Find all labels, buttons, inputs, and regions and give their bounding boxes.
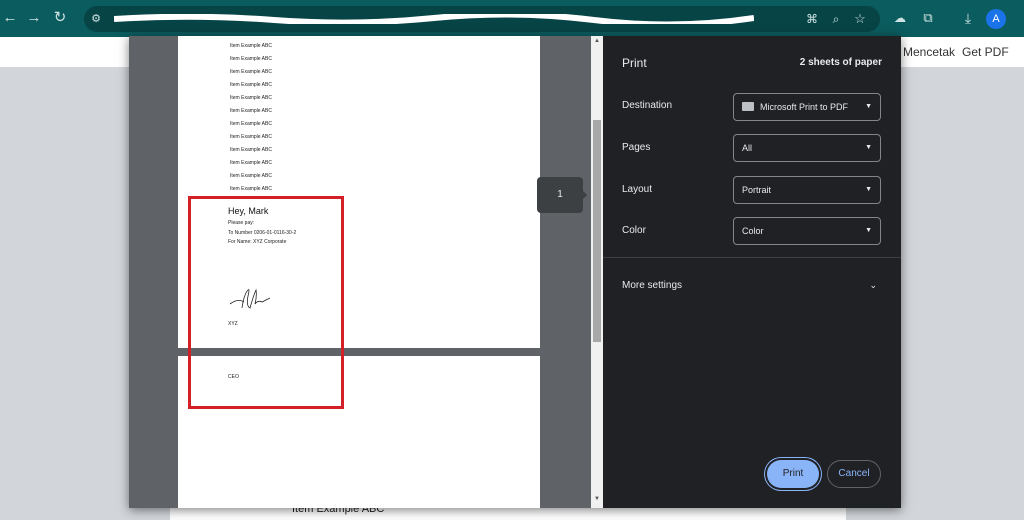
destination-label: Destination	[622, 100, 673, 111]
chevron-down-icon: ▼	[865, 103, 872, 110]
cloud-icon[interactable]: ☁	[890, 8, 910, 28]
printer-icon	[742, 102, 754, 112]
extensions-icon[interactable]: ⧉	[918, 8, 938, 28]
link-get-pdf[interactable]: Get PDF	[962, 45, 1009, 59]
print-button[interactable]: Print	[767, 460, 819, 488]
print-preview-area[interactable]: Item Example ABC Item Example ABC Item E…	[129, 36, 603, 508]
scrollbar-thumb[interactable]	[593, 120, 601, 342]
list-item: Item Example ABC	[230, 121, 272, 127]
chevron-down-icon: ▼	[865, 186, 872, 193]
redacted-url-scribble	[114, 14, 754, 24]
zoom-icon[interactable]: ⌕	[826, 9, 846, 29]
forward-icon[interactable]: →	[24, 8, 44, 28]
print-dialog: Item Example ABC Item Example ABC Item E…	[129, 36, 901, 508]
list-item: Item Example ABC	[230, 186, 272, 192]
list-item: Item Example ABC	[230, 43, 272, 49]
site-info-icon[interactable]: ⚙	[86, 9, 106, 29]
download-icon[interactable]: ⤓	[958, 8, 978, 28]
badge-arrow	[581, 189, 587, 201]
more-settings-toggle[interactable]: More settings	[622, 280, 682, 291]
layout-value: Portrait	[742, 185, 772, 195]
print-settings-panel: Print 2 sheets of paper Destination Micr…	[603, 36, 901, 508]
link-mencetak[interactable]: Mencetak	[903, 45, 955, 59]
settings-divider	[603, 257, 901, 258]
back-icon[interactable]: ←	[0, 8, 20, 28]
red-highlight-box	[188, 196, 344, 409]
reload-icon[interactable]: ↻	[50, 8, 70, 28]
layout-label: Layout	[622, 184, 653, 195]
list-item: Item Example ABC	[230, 147, 272, 153]
list-item: Item Example ABC	[230, 56, 272, 62]
browser-toolbar: ← → ↻ ⚙ ⌘ ⌕ ☆ ☁ ⧉ ⤓ A	[0, 0, 1024, 37]
cancel-button[interactable]: Cancel	[827, 460, 881, 488]
chevron-down-icon[interactable]: ⌄	[869, 280, 877, 291]
scroll-down-icon[interactable]: ▼	[594, 496, 600, 502]
page-number-badge: 1	[537, 177, 583, 213]
list-item: Item Example ABC	[230, 173, 272, 179]
list-item: Item Example ABC	[230, 108, 272, 114]
sheet-count: 2 sheets of paper	[799, 57, 882, 68]
list-item: Item Example ABC	[230, 134, 272, 140]
pages-value: All	[742, 143, 753, 153]
translate-icon[interactable]: ⌘	[802, 9, 822, 29]
avatar[interactable]: A	[986, 9, 1006, 29]
color-value: Color	[742, 226, 764, 236]
bookmark-star-icon[interactable]: ☆	[850, 9, 870, 29]
pages-select[interactable]: All ▼	[733, 134, 881, 162]
color-select[interactable]: Color ▼	[733, 217, 881, 245]
layout-select[interactable]: Portrait ▼	[733, 176, 881, 204]
list-item: Item Example ABC	[230, 160, 272, 166]
list-item: Item Example ABC	[230, 82, 272, 88]
chevron-down-icon: ▼	[865, 144, 872, 151]
dialog-title: Print	[622, 56, 647, 70]
color-label: Color	[622, 225, 646, 236]
list-item: Item Example ABC	[230, 69, 272, 75]
chevron-down-icon: ▼	[865, 227, 872, 234]
destination-select[interactable]: Microsoft Print to PDF ▼	[733, 93, 881, 121]
list-item: Item Example ABC	[230, 95, 272, 101]
address-bar[interactable]: ⚙ ⌘ ⌕ ☆	[84, 6, 880, 32]
pages-label: Pages	[622, 142, 651, 153]
destination-value: Microsoft Print to PDF	[760, 102, 849, 112]
scroll-up-icon[interactable]: ▲	[594, 38, 600, 44]
